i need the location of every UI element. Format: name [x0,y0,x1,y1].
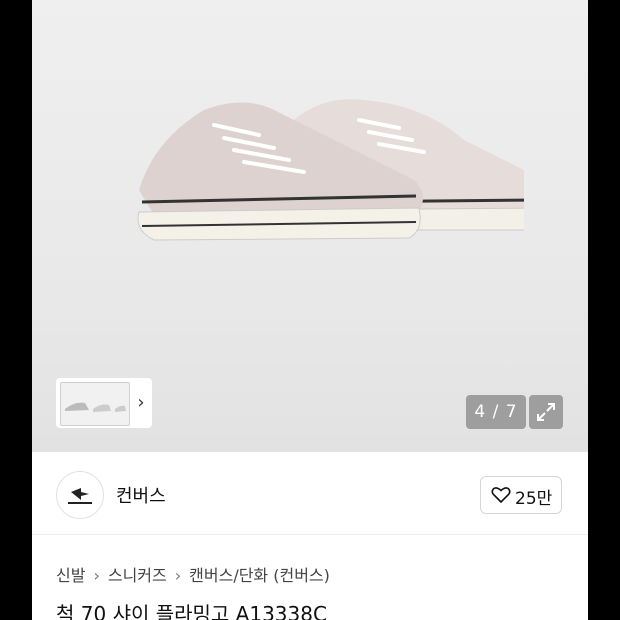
thumbnail-strip[interactable]: › [56,378,152,428]
chevron-right-icon: › [174,566,182,585]
brand-name[interactable]: 컨버스 [116,482,166,508]
breadcrumb-item[interactable]: 스니커즈 [108,562,167,586]
chevron-right-icon: › [93,566,100,585]
like-button[interactable]: 25만 [480,476,562,514]
expand-icon[interactable] [529,395,563,429]
image-counter: 4 / 7 [466,395,526,429]
product-title: 척 70 샤이 플라밍고 A13338C [56,602,327,620]
brand-row: 컨버스 25만 [32,452,588,535]
product-image [137,99,524,241]
product-image-gallery[interactable]: › 4 / 7 [32,0,588,452]
brand-logo[interactable] [56,471,104,519]
product-page: › 4 / 7 컨버스 25만 신발 › 스니커즈 › 캔버스/단화 (컨버스) 척 7… [32,0,588,620]
thumbnail-image[interactable] [60,382,130,426]
breadcrumb: 신발 › 스니커즈 › 캔버스/단화 (컨버스) [56,562,330,586]
heart-icon [491,487,511,504]
breadcrumb-item[interactable]: 캔버스/단화 (컨버스) [189,562,330,586]
chevron-right-icon[interactable]: › [132,390,150,416]
breadcrumb-item[interactable]: 신발 [56,562,85,586]
like-count: 25만 [515,489,553,509]
